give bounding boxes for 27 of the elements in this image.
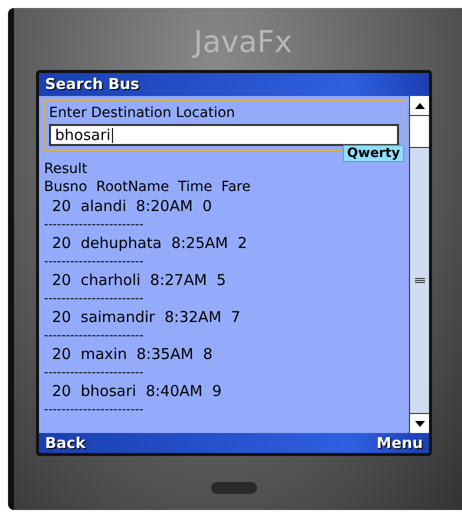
result-row-text: 20 alandi 8:20AM 0	[51, 196, 213, 216]
separator-line: -----------------------	[44, 253, 145, 270]
separator-line: -----------------------	[44, 401, 145, 418]
search-field[interactable]: bhosari	[49, 124, 399, 146]
menu-softkey[interactable]: Menu	[376, 433, 423, 453]
separator-line: -----------------------	[44, 364, 145, 381]
column-headers: Busno RootName Time Fare	[44, 178, 252, 196]
scroll-thumb[interactable]	[410, 116, 429, 148]
input-mode-indicator: Qwerty	[343, 145, 404, 162]
result-row-text: 20 bhosari 8:40AM 9	[51, 381, 223, 401]
text-cursor-icon	[112, 128, 113, 142]
separator-line: -----------------------	[44, 327, 145, 344]
result-label: Result	[44, 160, 88, 178]
window-title: Search Bus	[39, 73, 429, 96]
field-label: Enter Destination Location	[49, 104, 236, 122]
logo: JavaFx	[191, 24, 292, 62]
result-row-text: 20 saimandir 8:32AM 7	[51, 307, 242, 327]
result-row-text: 20 dehuphata 8:25AM 2	[51, 233, 248, 253]
scrollbar[interactable]	[409, 96, 429, 433]
grip-icon	[414, 278, 424, 283]
separator-line: -----------------------	[44, 290, 145, 307]
scroll-down-icon[interactable]	[410, 413, 429, 433]
scroll-up-icon[interactable]	[410, 96, 429, 116]
back-softkey[interactable]: Back	[45, 433, 86, 453]
result-row-text: 20 charholi 8:27AM 5	[51, 270, 227, 290]
result-row-text: 20 maxin 8:35AM 8	[51, 344, 214, 364]
separator-line: -----------------------	[44, 216, 145, 233]
